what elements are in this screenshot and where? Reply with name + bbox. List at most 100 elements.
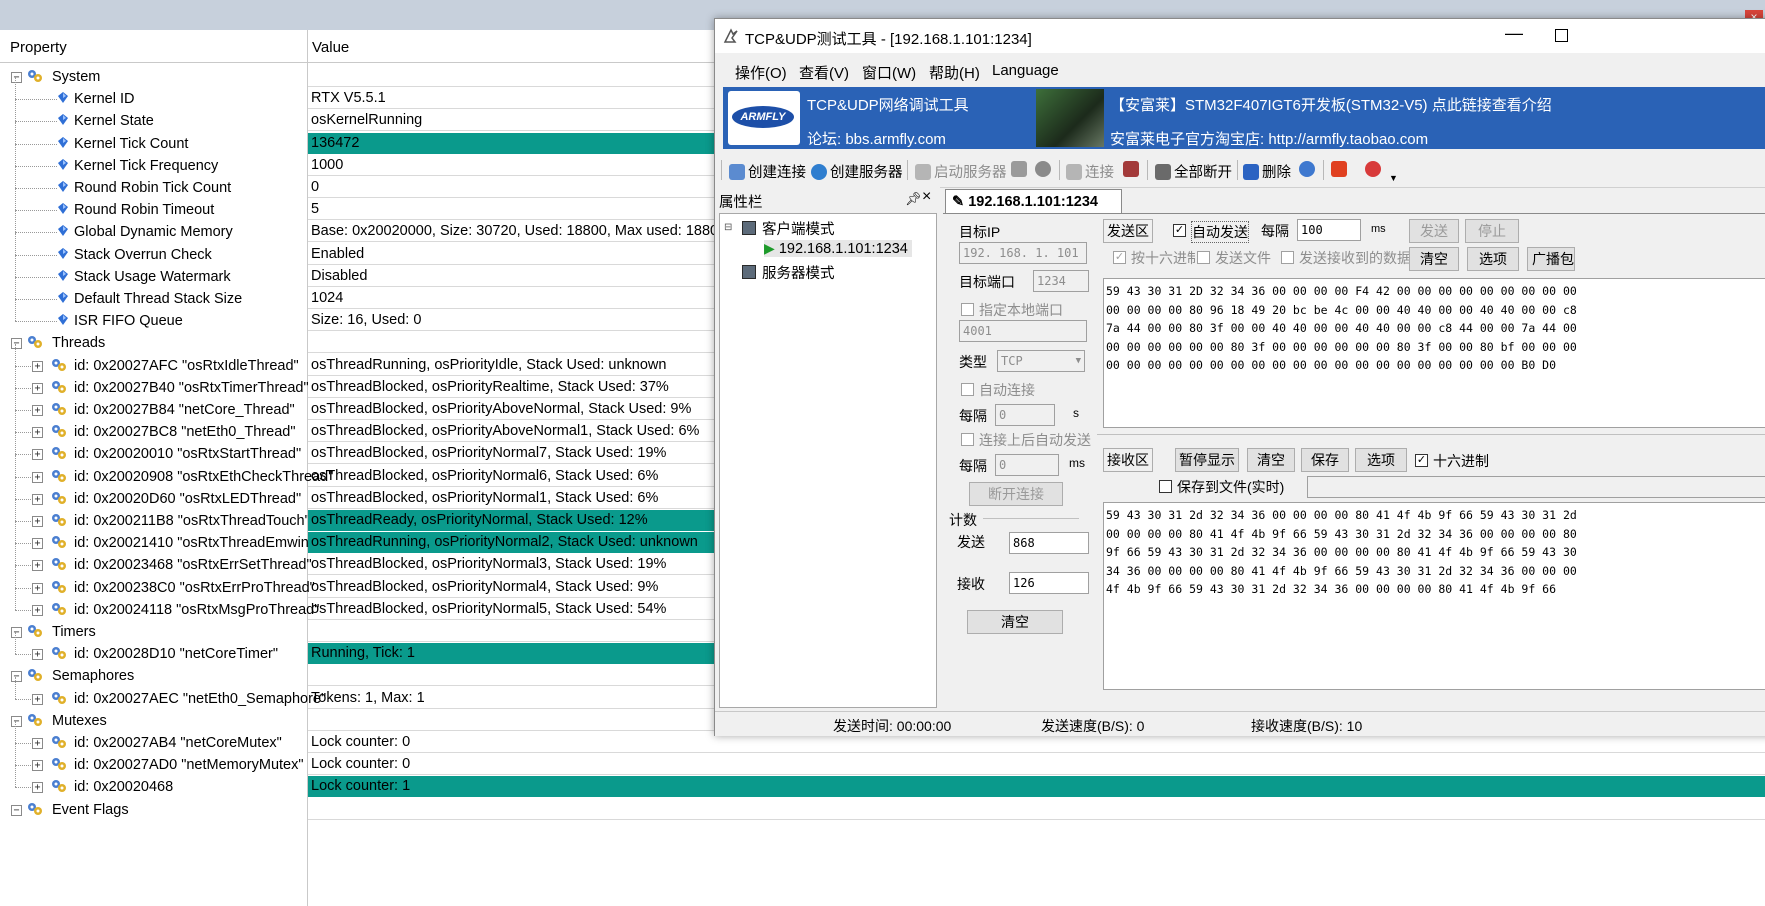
maximize-icon[interactable]	[1555, 29, 1568, 42]
collapse-icon[interactable]: −	[11, 338, 22, 350]
expand-icon[interactable]: +	[32, 604, 43, 616]
auto-send-label[interactable]: 自动发送	[1191, 221, 1249, 243]
send-button[interactable]: 发送	[1409, 219, 1459, 243]
disconnect-button[interactable]: 断开连接	[969, 482, 1063, 506]
auto-send-interval-field[interactable]: 0	[995, 454, 1059, 476]
save-to-file-checkbox[interactable]	[1159, 480, 1172, 493]
tree-client-mode[interactable]: 客户端模式	[742, 218, 835, 239]
menu-operation[interactable]: 操作(O)	[735, 62, 787, 83]
expand-icon[interactable]: +	[32, 382, 43, 394]
menu-help[interactable]: 帮助(H)	[929, 62, 980, 83]
expand-icon[interactable]: +	[32, 360, 43, 372]
collapse-icon[interactable]: ⊟	[724, 222, 732, 233]
local-port-field[interactable]: 4001	[959, 320, 1087, 342]
stop-red-icon[interactable]	[1331, 161, 1350, 178]
server-stop-icon[interactable]	[1011, 161, 1030, 178]
create-server-button[interactable]: 创建服务器	[811, 161, 903, 182]
expand-icon[interactable]: +	[32, 560, 43, 572]
column-header-value[interactable]: Value	[312, 39, 349, 56]
tree-client-connection[interactable]: ▶ 192.168.1.101:1234	[764, 240, 912, 257]
send-file-checkbox[interactable]	[1197, 251, 1210, 264]
stop-button[interactable]: 停止	[1465, 219, 1519, 243]
disconnect-all-button[interactable]: 全部断开	[1155, 161, 1232, 182]
broadcast-button[interactable]: 广播包	[1527, 247, 1575, 271]
expand-icon[interactable]: +	[32, 649, 43, 661]
minimize-icon[interactable]: —	[1505, 23, 1523, 44]
menu-view[interactable]: 查看(V)	[799, 62, 849, 83]
collapse-icon[interactable]: −	[11, 72, 22, 83]
disconnect-icon[interactable]	[1123, 161, 1142, 178]
send-received-checkbox[interactable]	[1281, 251, 1294, 264]
send-interval-field[interactable]: 100	[1297, 219, 1361, 241]
expand-icon[interactable]: +	[32, 493, 43, 505]
expand-icon[interactable]: +	[32, 449, 43, 461]
grid-group-row[interactable]: − Event Flags	[0, 799, 1765, 821]
create-connection-button[interactable]: 创建连接	[729, 161, 806, 182]
recv-data-textarea[interactable]: 59 43 30 31 2d 32 34 36 00 00 00 00 80 4…	[1103, 502, 1765, 690]
auto-connect-checkbox[interactable]	[961, 383, 974, 396]
recv-count-field[interactable]: 126	[1009, 572, 1089, 594]
column-header-property[interactable]: Property	[10, 39, 67, 56]
auto-send-checkbox[interactable]: ✓	[1173, 224, 1186, 237]
pin-icon[interactable]: 📌︎	[905, 191, 922, 207]
send-count-field[interactable]: 868	[1009, 532, 1089, 554]
pause-display-button[interactable]: 暂停显示	[1175, 448, 1239, 472]
banner-board-link[interactable]: 【安富莱】STM32F407IGT6开发板(STM32-V5) 点此链接查看介绍	[1110, 94, 1552, 115]
clear-recv-button[interactable]: 清空	[1247, 448, 1295, 472]
expand-icon[interactable]: +	[32, 516, 43, 527]
collapse-icon[interactable]: −	[11, 627, 22, 638]
clear-send-button[interactable]: 清空	[1409, 247, 1459, 271]
recv-hex-line: 59 43 30 31 2d 32 34 36 00 00 00 00 80 4…	[1106, 508, 1577, 522]
hex-display-checkbox[interactable]: ✓	[1415, 454, 1428, 467]
gear-cluster-icon[interactable]	[1299, 161, 1318, 178]
menu-window[interactable]: 窗口(W)	[862, 62, 916, 83]
auto-connect-interval-field[interactable]: 0	[995, 404, 1055, 426]
clear-count-button[interactable]: 清空	[967, 610, 1063, 634]
auto-send-on-connect-checkbox[interactable]	[961, 433, 974, 446]
hex-send-checkbox[interactable]: ✓	[1113, 251, 1126, 264]
disconnect-all-icon	[1155, 164, 1171, 180]
expand-icon[interactable]: +	[32, 738, 43, 749]
banner-forum-link[interactable]: 论坛: bbs.armfly.com	[807, 128, 946, 149]
expand-icon[interactable]: +	[32, 538, 43, 550]
type-select[interactable]: TCP ▼	[997, 350, 1085, 372]
tree-server-mode[interactable]: 服务器模式	[742, 262, 835, 283]
delete-button[interactable]: 删除	[1243, 161, 1291, 182]
collapse-icon[interactable]: −	[11, 715, 22, 727]
window-titlebar[interactable]: TCP&UDP测试工具 - [192.168.1.101:1234] —	[715, 19, 1765, 53]
recv-options-button[interactable]: 选项	[1355, 448, 1407, 472]
local-port-checkbox[interactable]	[961, 303, 974, 316]
save-file-path-field[interactable]	[1307, 476, 1765, 498]
expand-icon[interactable]: +	[32, 760, 43, 772]
grid-row[interactable]: + id: 0x20027AD0 "netMemoryMutex" Lock cou…	[0, 743, 1765, 776]
auto-connect-label: 自动连接	[979, 382, 1035, 398]
ad-banner[interactable]: ARMFLY TCP&UDP网络调试工具 论坛: bbs.armfly.com …	[723, 87, 1765, 149]
property-value[interactable]: Lock counter: 1	[308, 776, 1765, 798]
send-options-button[interactable]: 选项	[1467, 247, 1519, 271]
send-data-textarea[interactable]: 59 43 30 31 2D 32 34 36 00 00 00 00 F4 4…	[1103, 278, 1765, 428]
expand-icon[interactable]: +	[32, 693, 43, 705]
property-name: id: 0x20020D60 "osRtxLEDThread"	[74, 490, 302, 507]
menu-language[interactable]: Language	[992, 62, 1059, 79]
expand-icon[interactable]: +	[32, 427, 43, 439]
expand-icon[interactable]: +	[32, 405, 43, 416]
toolbar-overflow-icon[interactable]: ▼	[1389, 173, 1398, 183]
expand-icon[interactable]: +	[32, 782, 43, 794]
grid-row[interactable]: + id: 0x20020468 Lock counter: 1	[0, 765, 1765, 798]
collapse-icon[interactable]: −	[11, 671, 22, 683]
banner-shop-link[interactable]: 安富莱电子官方淘宝店: http://armfly.taobao.com	[1110, 128, 1428, 149]
panel-close-icon[interactable]: ×	[922, 188, 931, 206]
target-port-field[interactable]: 1234	[1033, 270, 1089, 292]
cancel-circle-icon[interactable]	[1035, 161, 1054, 178]
property-value[interactable]	[308, 799, 1765, 820]
expand-icon[interactable]: +	[32, 582, 43, 594]
save-button[interactable]: 保存	[1301, 448, 1349, 472]
tab-connection[interactable]: ✎ 192.168.1.101:1234	[945, 189, 1122, 214]
start-server-button[interactable]: 启动服务器	[915, 161, 1007, 182]
property-value[interactable]: Lock counter: 0	[308, 754, 1765, 776]
target-ip-field[interactable]: 192. 168. 1. 101	[959, 242, 1087, 264]
expand-icon[interactable]: +	[32, 471, 43, 483]
help-icon[interactable]	[1365, 161, 1384, 178]
connect-button[interactable]: 连接	[1066, 161, 1114, 182]
collapse-icon[interactable]: −	[11, 804, 22, 816]
